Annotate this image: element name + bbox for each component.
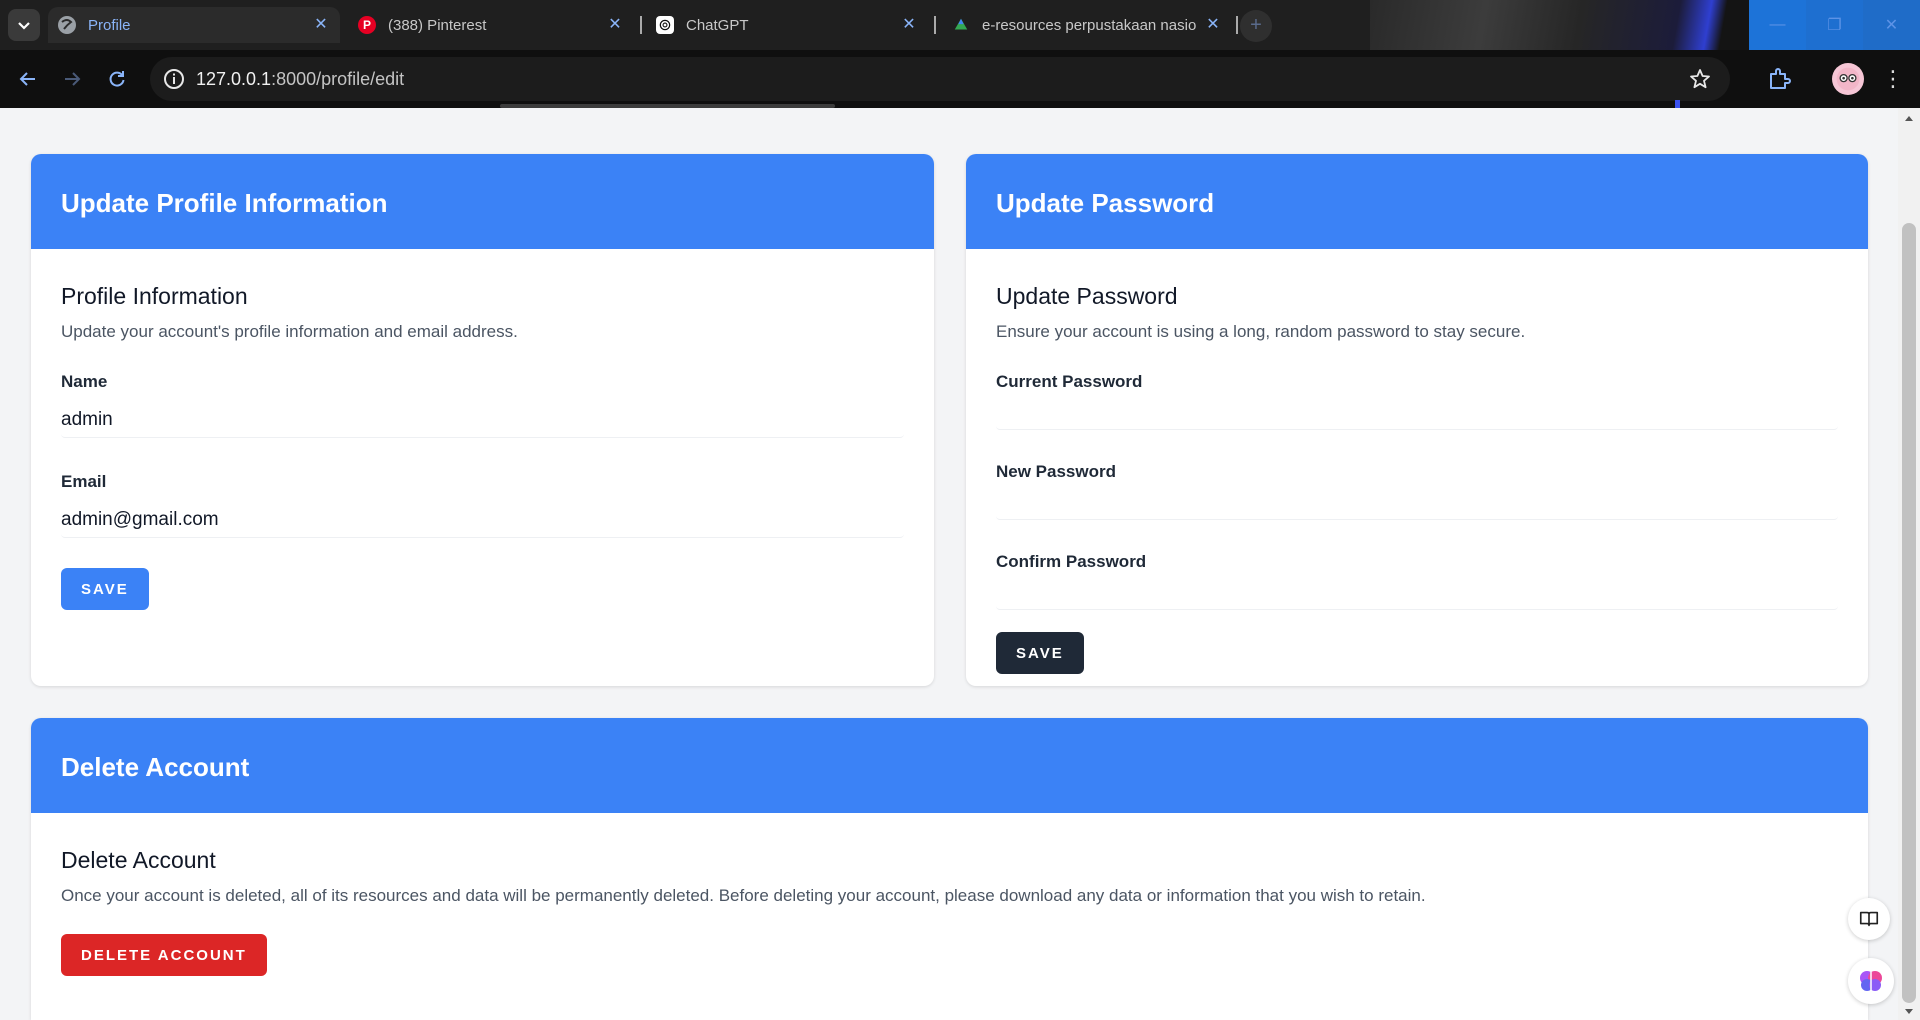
- password-section-desc: Ensure your account is using a long, ran…: [996, 322, 1526, 341]
- forward-button[interactable]: [55, 62, 89, 96]
- email-label: Email: [61, 472, 107, 491]
- tab-title: ChatGPT: [686, 16, 749, 34]
- delete-card-header: Delete Account: [31, 718, 1868, 813]
- profile-section-title: Profile Information: [61, 283, 248, 309]
- profile-save-button[interactable]: SAVE: [61, 568, 149, 610]
- tab-title: (388) Pinterest: [388, 16, 487, 34]
- profile-card-header: Update Profile Information: [31, 154, 934, 249]
- new-password-label: New Password: [996, 462, 1116, 481]
- close-icon[interactable]: ✕: [606, 16, 624, 34]
- scroll-down-arrow[interactable]: [1905, 1009, 1913, 1014]
- confirm-password-field[interactable]: [996, 582, 1838, 610]
- url-path: :8000/profile/edit: [271, 69, 405, 89]
- url-host: 127.0.0.1: [196, 69, 272, 89]
- profile-section-desc: Update your account's profile informatio…: [61, 322, 518, 341]
- extension-icon[interactable]: [1766, 66, 1792, 92]
- password-section-title: Update Password: [996, 283, 1178, 309]
- tab-search-button[interactable]: [8, 9, 40, 41]
- chevron-down-icon: [18, 22, 30, 30]
- star-icon[interactable]: [1688, 67, 1712, 91]
- forward-arrow-icon: [65, 72, 81, 86]
- profile-card: Update Profile Information Profile Infor…: [31, 154, 934, 686]
- chatgpt-icon: [656, 16, 674, 34]
- tab-title: Profile: [88, 16, 131, 34]
- new-password-field[interactable]: [996, 492, 1838, 520]
- close-icon[interactable]: ✕: [1204, 16, 1222, 34]
- globe-icon: [58, 16, 76, 34]
- info-icon[interactable]: [162, 67, 186, 91]
- name-label: Name: [61, 372, 108, 391]
- reader-mode-button[interactable]: [1848, 898, 1890, 940]
- current-password-field[interactable]: [996, 402, 1838, 430]
- browser-tab-strip: Profile ✕ P (388) Pinterest ✕ ChatGPT ✕ …: [0, 0, 1920, 50]
- browser-toolbar: 127.0.0.1:8000/profile/edit ⋮: [0, 50, 1920, 108]
- wallpaper-strip: [1370, 0, 1750, 50]
- tab-separator: [1236, 16, 1238, 34]
- password-save-button[interactable]: SAVE: [996, 632, 1084, 674]
- tab-title: e-resources perpustakaan nasio: [982, 16, 1197, 34]
- page-content: Update Profile Information Profile Infor…: [0, 108, 1898, 1020]
- window-close-button[interactable]: ✕: [1863, 0, 1920, 50]
- page-scrollbar[interactable]: [1898, 108, 1920, 1020]
- delete-account-card: Delete Account Delete Account Once your …: [31, 718, 1868, 1020]
- kebab-menu-icon[interactable]: ⋮: [1882, 64, 1904, 94]
- tab-pinterest[interactable]: P (388) Pinterest ✕: [348, 7, 634, 43]
- name-field[interactable]: admin: [61, 402, 904, 438]
- current-password-label: Current Password: [996, 372, 1143, 391]
- close-icon[interactable]: ✕: [900, 16, 918, 34]
- close-icon[interactable]: ✕: [312, 16, 330, 34]
- tab-chatgpt[interactable]: ChatGPT ✕: [646, 7, 928, 43]
- delete-section-title: Delete Account: [61, 847, 216, 873]
- tab-profile[interactable]: Profile ✕: [48, 7, 340, 43]
- tab-separator: [640, 16, 642, 34]
- confirm-password-label: Confirm Password: [996, 552, 1147, 571]
- delete-account-button[interactable]: DELETE ACCOUNT: [61, 934, 267, 976]
- delete-section-desc: Once your account is deleted, all of its…: [61, 886, 1426, 905]
- avatar-icon[interactable]: [1832, 63, 1864, 95]
- url-text[interactable]: 127.0.0.1:8000/profile/edit: [196, 69, 404, 90]
- wallpaper-accent: [1675, 100, 1680, 108]
- scrollbar-thumb[interactable]: [1902, 223, 1916, 1003]
- address-bar[interactable]: 127.0.0.1:8000/profile/edit: [150, 57, 1730, 101]
- assistant-button[interactable]: [1848, 958, 1894, 1004]
- back-button[interactable]: [11, 62, 45, 96]
- window-controls: — ❐ ✕: [1749, 0, 1920, 50]
- new-tab-button[interactable]: +: [1240, 10, 1272, 42]
- scroll-up-arrow[interactable]: [1905, 116, 1913, 121]
- reader-icon: [1859, 911, 1879, 927]
- back-arrow-icon: [19, 72, 35, 86]
- tab-separator: [934, 16, 936, 34]
- minimize-button[interactable]: —: [1749, 0, 1806, 50]
- drive-icon: [952, 16, 970, 34]
- password-card: Update Password Update Password Ensure y…: [966, 154, 1868, 686]
- plus-icon: +: [1250, 14, 1262, 36]
- maximize-button[interactable]: ❐: [1806, 0, 1863, 50]
- reload-icon: [109, 71, 125, 87]
- email-field[interactable]: admin@gmail.com: [61, 502, 904, 538]
- pinterest-icon: P: [358, 16, 376, 34]
- password-card-header: Update Password: [966, 154, 1868, 249]
- tab-e-resources[interactable]: e-resources perpustakaan nasio ✕: [942, 7, 1232, 43]
- reload-button[interactable]: [100, 62, 134, 96]
- brain-icon: [1860, 971, 1882, 991]
